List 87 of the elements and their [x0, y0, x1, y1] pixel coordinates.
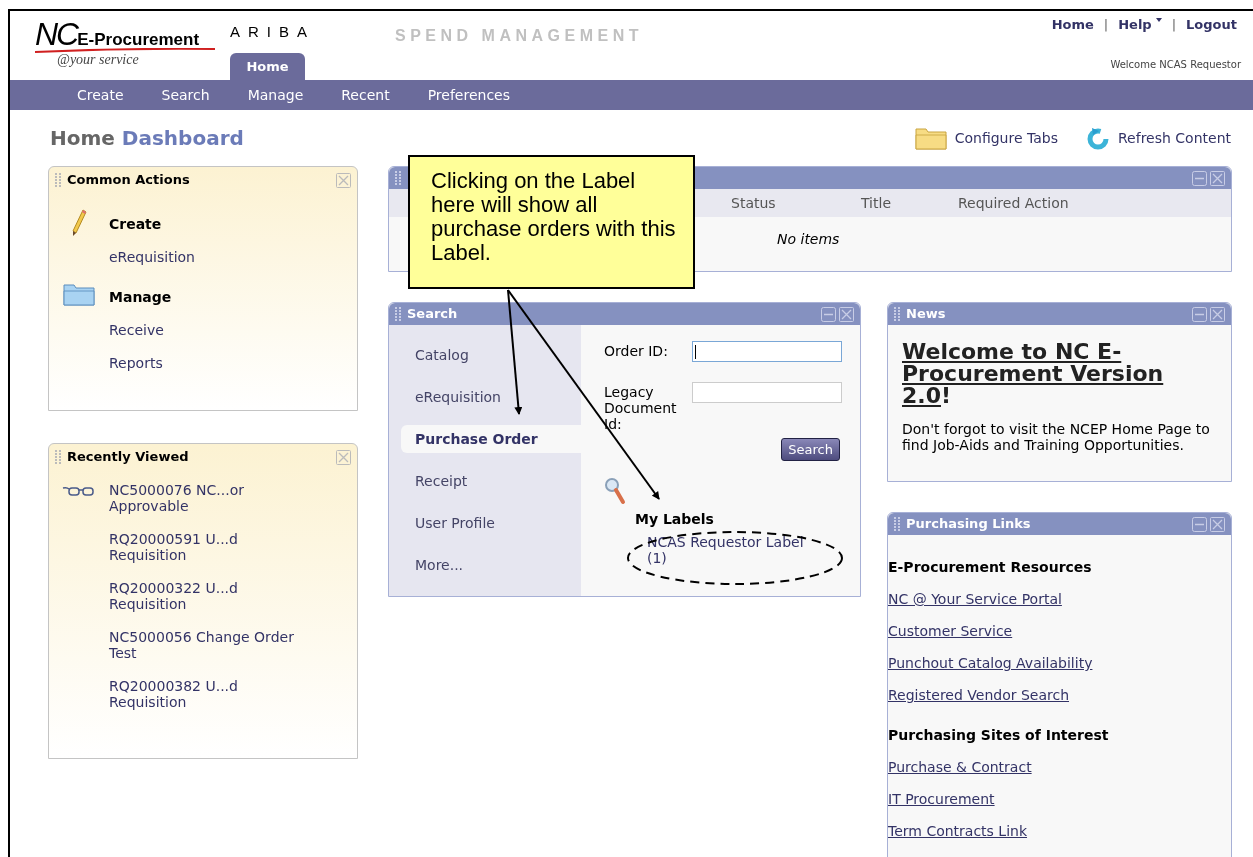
search-category[interactable]: Catalog	[401, 341, 581, 369]
header-link[interactable]: Logout	[1182, 15, 1241, 35]
minimize-icon[interactable]	[821, 306, 836, 322]
close-icon[interactable]	[1210, 516, 1225, 532]
resource-link[interactable]: Punchout Catalog Availability	[888, 655, 1231, 671]
logo-tagline: @your service	[57, 53, 140, 67]
labels-heading: My Labels	[635, 510, 715, 529]
header-link[interactable]: Help	[1114, 15, 1166, 35]
panel-title: News	[906, 305, 946, 324]
empty-message: No items	[777, 230, 840, 249]
nav-link[interactable]: Create	[77, 84, 124, 106]
page-title: Home Dashboard	[50, 125, 244, 152]
drag-handle-icon[interactable]	[395, 171, 401, 185]
search-category[interactable]: More...	[401, 551, 581, 579]
logo-mark: NC	[35, 18, 78, 50]
recent-item-link[interactable]: RQ20000322 U...d Requisition	[109, 580, 294, 612]
header-link[interactable]: Home	[1047, 15, 1098, 35]
resource-link[interactable]: Term Contracts Link	[888, 823, 1231, 839]
drag-handle-icon[interactable]	[395, 307, 401, 321]
column-header: Required Action	[958, 193, 1070, 213]
folder-icon	[914, 126, 947, 150]
section-heading: Purchasing Sites of Interest	[888, 727, 1110, 743]
resource-link[interactable]: Registered Vendor Search	[888, 687, 1231, 703]
drag-handle-icon[interactable]	[894, 517, 900, 531]
resource-link[interactable]: Customer Service	[888, 623, 1231, 639]
folder-icon	[63, 282, 95, 306]
action-link[interactable]: Receive	[109, 320, 172, 341]
close-icon[interactable]	[839, 306, 854, 322]
panel-title: Recently Viewed	[67, 448, 189, 467]
search-category[interactable]: Receipt	[401, 467, 581, 495]
minimize-icon[interactable]	[1192, 170, 1207, 186]
recent-item-link[interactable]: RQ20000382 U...d Requisition	[109, 678, 294, 710]
drag-handle-icon[interactable]	[55, 173, 61, 187]
callout-text: Clicking on the Label here will show all purchase orders with this Label.	[431, 169, 677, 265]
nav-link[interactable]: Search	[161, 84, 210, 106]
link-separator: |	[1103, 16, 1109, 34]
resource-link[interactable]: Purchase & Contract	[888, 759, 1231, 775]
recent-item-link[interactable]: NC5000076 NC...or Approvable	[109, 482, 294, 514]
text-field[interactable]	[692, 382, 842, 403]
refresh-icon[interactable]	[1086, 126, 1110, 150]
close-icon[interactable]	[336, 172, 351, 188]
field-label: Order ID:	[604, 342, 669, 359]
nav-link[interactable]: Recent	[341, 84, 390, 106]
search-icon	[604, 477, 626, 505]
news-headline-link[interactable]: Welcome to NC E-Procurement Version 2.0!	[902, 341, 1217, 407]
text-field[interactable]	[692, 341, 842, 362]
column-header: Title	[861, 193, 892, 213]
panel-title: Common Actions	[67, 171, 190, 190]
welcome-text: Welcome NCAS Requestor	[1110, 57, 1241, 72]
recent-item-link[interactable]: NC5000056 Change Order Test	[109, 629, 294, 661]
recent-item-link[interactable]: RQ20000591 U...d Requisition	[109, 531, 294, 563]
pencil-icon	[71, 209, 87, 237]
action-link[interactable]: eRequisition	[109, 247, 195, 268]
panel-title: Purchasing Links	[906, 515, 1031, 534]
action-heading: Manage	[109, 288, 172, 307]
toolbar-link[interactable]: Configure Tabs	[914, 126, 1058, 150]
nav-link[interactable]: Manage	[247, 84, 304, 106]
search-category[interactable]: eRequisition	[401, 383, 581, 411]
news-body: Don't forgot to visit the NCEP Home Page to find Job-Aids and Training Opportunities.	[902, 421, 1211, 453]
minimize-icon[interactable]	[1192, 306, 1207, 322]
logo-product: E-Procurement	[77, 31, 200, 48]
caret-icon	[1155, 18, 1162, 22]
resource-link[interactable]: NC @ Your Service Portal	[888, 591, 1231, 607]
logo-swoosh-icon	[35, 48, 215, 53]
section-heading: E-Procurement Resources	[888, 559, 1093, 575]
action-link[interactable]: Reports	[109, 353, 172, 374]
close-icon[interactable]	[336, 449, 351, 465]
close-icon[interactable]	[1210, 170, 1225, 186]
search-category[interactable]: Purchase Order	[401, 425, 581, 453]
action-heading: Create	[109, 215, 163, 234]
vendor-name: ARIBA	[230, 22, 316, 42]
link-separator: |	[1171, 16, 1177, 34]
column-header: Status	[731, 193, 777, 213]
glasses-icon	[62, 486, 96, 496]
close-icon[interactable]	[1210, 306, 1225, 322]
resource-link[interactable]: IT Procurement	[888, 791, 1231, 807]
search-category[interactable]: User Profile	[401, 509, 581, 537]
nav-link[interactable]: Preferences	[427, 84, 510, 106]
panel-title: Search	[407, 305, 458, 324]
home-tab[interactable]: Home	[230, 53, 305, 80]
drag-handle-icon[interactable]	[894, 307, 900, 321]
toolbar-link[interactable]: Refresh Content	[1086, 126, 1231, 150]
search-button[interactable]: Search	[781, 438, 840, 461]
label-link[interactable]: NCAS Requestor Label (1)	[635, 534, 825, 566]
minimize-icon[interactable]	[1192, 516, 1207, 532]
drag-handle-icon[interactable]	[55, 450, 61, 464]
suite-name: SPEND MANAGEMENT	[395, 26, 643, 46]
